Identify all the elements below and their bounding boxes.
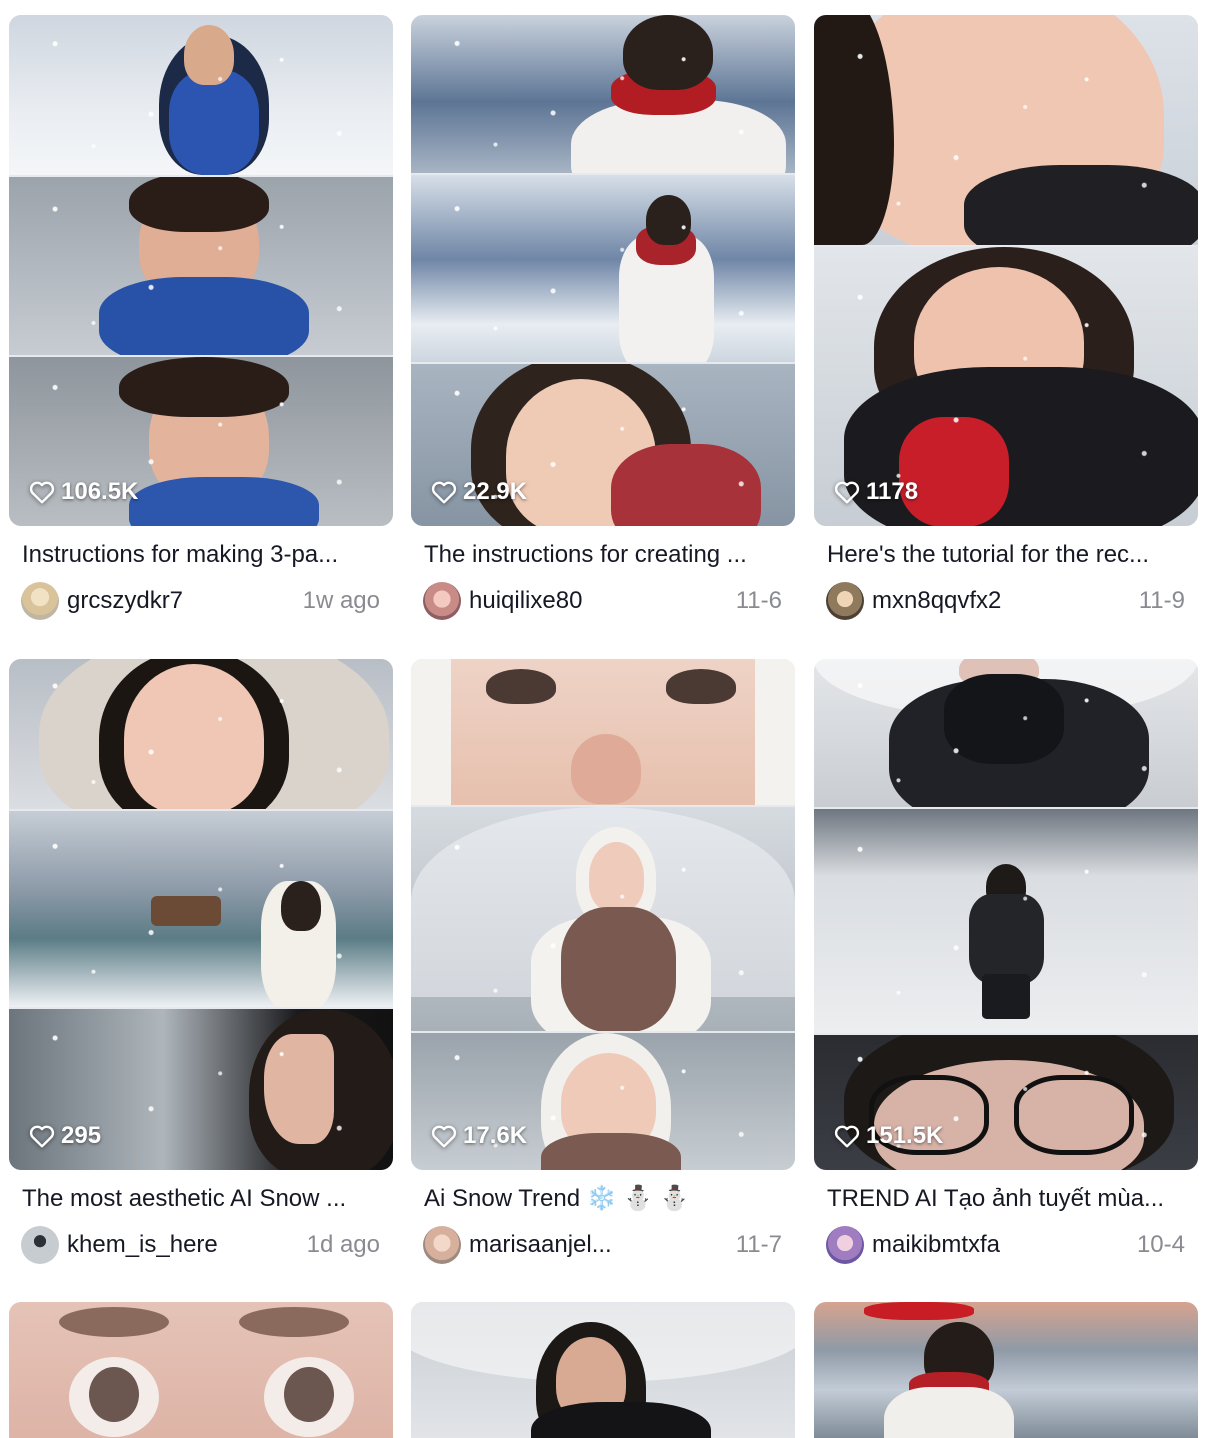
thumbnail-panel [411,175,795,362]
like-count-text: 17.6K [463,1122,528,1149]
author-name[interactable]: mxn8qqvfx2 [872,587,1129,615]
video-card[interactable]: 295 The most aesthetic AI Snow ... khem_… [9,659,393,1264]
author-name[interactable]: grcszydkr7 [67,587,293,615]
thumbnail-panel [411,659,795,805]
thumbnail-panel [411,807,795,1031]
author-name[interactable]: huiqilixe80 [469,587,726,615]
author-name[interactable]: marisaanjel... [469,1231,726,1259]
video-thumbnail[interactable]: 22.9K [411,15,795,526]
video-meta: khem_is_here 1d ago [21,1226,380,1264]
post-date: 11-9 [1138,587,1185,614]
avatar[interactable] [423,582,461,620]
like-count: 295 [29,1122,101,1150]
like-count: 1178 [834,478,918,506]
video-title[interactable]: Instructions for making 3-pa... [22,540,380,570]
like-count-text: 1178 [866,478,919,505]
video-title[interactable]: Here's the tutorial for the rec... [827,540,1185,570]
like-count: 106.5K [29,478,138,506]
video-thumbnail[interactable]: 106.5K [9,15,393,526]
post-date: 1d ago [306,1231,380,1258]
video-thumbnail[interactable] [411,1302,795,1438]
video-card[interactable] [9,1302,393,1438]
like-count-text: 106.5K [61,478,139,505]
video-card[interactable]: 106.5K Instructions for making 3-pa... g… [9,15,393,620]
video-card[interactable]: 17.6K Ai Snow Trend ❄️ ⛄ ⛄ marisaanjel..… [411,659,795,1264]
like-count-text: 295 [61,1122,102,1149]
heart-icon [431,1124,457,1148]
thumbnail-panel [9,15,393,175]
video-meta: huiqilixe80 11-6 [423,582,782,620]
avatar[interactable] [21,1226,59,1264]
video-thumbnail[interactable]: 151.5K [814,659,1198,1170]
post-date: 1w ago [302,587,380,614]
thumbnail-panel [9,177,393,355]
video-title[interactable]: The most aesthetic AI Snow ... [22,1184,380,1214]
video-thumbnail[interactable]: 1178 [814,15,1198,526]
thumbnail-panel [814,659,1198,807]
heart-icon [29,1124,55,1148]
video-title[interactable]: Ai Snow Trend ❄️ ⛄ ⛄ [424,1184,782,1214]
post-date: 11-6 [735,587,782,614]
video-thumbnail[interactable] [9,1302,393,1438]
avatar[interactable] [826,1226,864,1264]
thumbnail-panel [9,811,393,1007]
video-card[interactable] [814,1302,1198,1438]
video-card[interactable]: 151.5K TREND AI Tạo ảnh tuyết mùa... mai… [814,659,1198,1264]
video-thumbnail[interactable]: 295 [9,659,393,1170]
video-title[interactable]: The instructions for creating ... [424,540,782,570]
post-date: 11-7 [735,1231,782,1258]
avatar[interactable] [423,1226,461,1264]
video-thumbnail[interactable]: 17.6K [411,659,795,1170]
heart-icon [834,1124,860,1148]
video-card[interactable]: 1178 Here's the tutorial for the rec... … [814,15,1198,620]
post-date: 10-4 [1136,1231,1185,1258]
like-count: 17.6K [431,1122,527,1150]
thumbnail-panel [411,15,795,173]
heart-icon [431,480,457,504]
thumbnail-panel [814,15,1198,245]
author-name[interactable]: maikibmtxfa [872,1231,1127,1259]
like-count: 22.9K [431,478,527,506]
thumbnail-panel [9,659,393,809]
author-name[interactable]: khem_is_here [67,1231,297,1259]
like-count-text: 151.5K [866,1122,944,1149]
heart-icon [29,480,55,504]
avatar[interactable] [826,582,864,620]
video-title[interactable]: TREND AI Tạo ảnh tuyết mùa... [827,1184,1185,1214]
video-card[interactable] [411,1302,795,1438]
video-card[interactable]: 22.9K The instructions for creating ... … [411,15,795,620]
video-meta: marisaanjel... 11-7 [423,1226,782,1264]
video-grid: 106.5K Instructions for making 3-pa... g… [0,0,1207,1438]
avatar[interactable] [21,582,59,620]
like-count-text: 22.9K [463,478,528,505]
video-meta: maikibmtxfa 10-4 [826,1226,1185,1264]
video-thumbnail[interactable] [814,1302,1198,1438]
thumbnail-panel [814,809,1198,1033]
like-count: 151.5K [834,1122,943,1150]
video-meta: mxn8qqvfx2 11-9 [826,582,1185,620]
video-meta: grcszydkr7 1w ago [21,582,380,620]
heart-icon [834,480,860,504]
